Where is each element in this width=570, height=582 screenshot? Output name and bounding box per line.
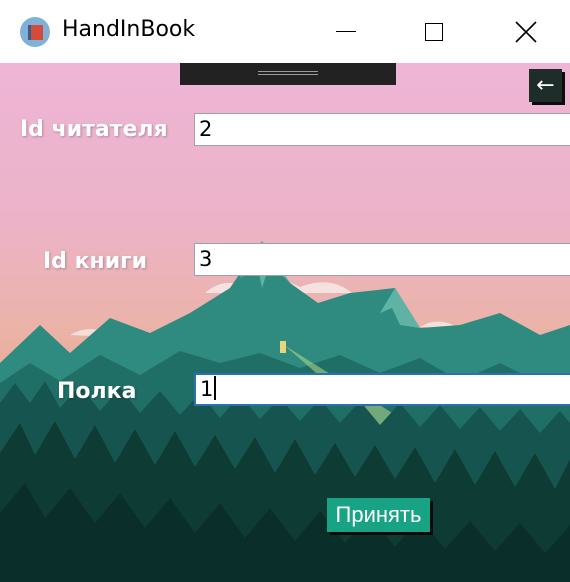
reader-id-input[interactable]: 2 — [194, 113, 570, 146]
accept-button[interactable]: Принять — [327, 498, 430, 532]
close-icon — [515, 20, 537, 43]
title-bar: HandInBook — [0, 0, 570, 63]
window-title: HandInBook — [62, 17, 196, 42]
maximize-icon — [425, 22, 443, 41]
book-id-label: Id книги — [43, 249, 148, 274]
reader-id-value: 2 — [199, 117, 213, 141]
back-button[interactable]: ← — [529, 69, 562, 102]
close-button[interactable] — [482, 0, 570, 63]
shelf-value: 1 — [200, 377, 214, 401]
main-content: ← Id читателя 2 Id книги 3 Полка 1 Приня… — [0, 63, 570, 582]
shelf-input[interactable]: 1 — [194, 373, 570, 406]
text-caret — [214, 376, 216, 400]
book-id-value: 3 — [199, 247, 213, 271]
book-id-input[interactable]: 3 — [194, 243, 570, 276]
minimize-icon — [336, 31, 356, 32]
book-app-icon — [20, 17, 50, 47]
drag-handle[interactable] — [180, 63, 396, 85]
minimize-button[interactable] — [302, 0, 390, 63]
grip-icon — [258, 71, 318, 75]
reader-id-label: Id читателя — [20, 117, 168, 142]
maximize-button[interactable] — [390, 0, 478, 63]
shelf-label: Полка — [57, 379, 137, 404]
